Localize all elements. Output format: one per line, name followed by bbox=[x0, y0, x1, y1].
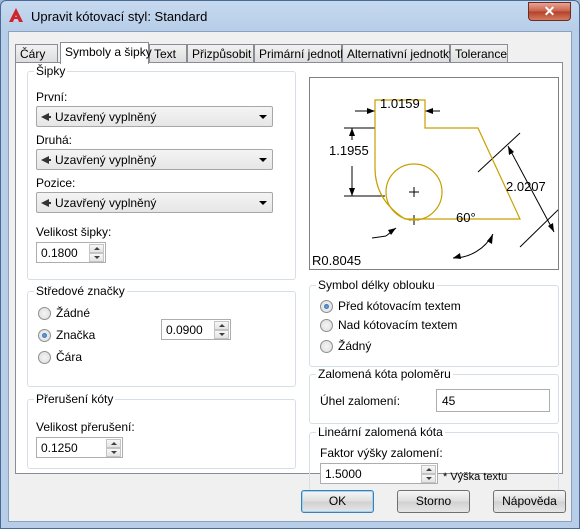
arc-above-text-label: Nad kótovacím textem bbox=[338, 318, 458, 332]
preview-drawing: 1.0159 1.1955 2.0207 60° R0.8045 bbox=[312, 96, 561, 268]
spin-down-icon[interactable] bbox=[214, 330, 229, 339]
radio-icon bbox=[320, 319, 333, 332]
dialog-client-area: Čáry Symboly a šipky Text Přizpůsobit Pr… bbox=[8, 31, 572, 522]
jog-angle-value: 45 bbox=[442, 394, 456, 408]
title-bar[interactable]: Upravit kótovací styl: Standard ✕ bbox=[1, 1, 579, 31]
leader-arrow-value: Uzavřený vyplněný bbox=[55, 196, 157, 210]
leader-arrow-select[interactable]: Uzavřený vyplněný bbox=[36, 192, 273, 213]
spin-up-icon[interactable] bbox=[214, 321, 229, 330]
spin-up-icon[interactable] bbox=[89, 244, 104, 253]
jog-factor-label: Faktor výšky zalomení: bbox=[320, 446, 443, 460]
center-mark-size-value: 0.0900 bbox=[166, 323, 203, 337]
second-arrow-value: Uzavřený vyplněný bbox=[55, 153, 157, 167]
radius-text: R0.8045 bbox=[312, 253, 361, 268]
radio-icon bbox=[38, 329, 51, 342]
tab-alternate-units[interactable]: Alternativní jednotky bbox=[342, 44, 455, 63]
center-marks-group: Středové značky Žádné Značka Čára 0.0900 bbox=[27, 284, 296, 387]
arrowheads-group-label: Šipky bbox=[34, 64, 68, 78]
dimension-preview: 1.0159 1.1955 2.0207 60° R0.8045 bbox=[309, 77, 561, 270]
second-arrow-select[interactable]: Uzavřený vyplněný bbox=[36, 149, 273, 170]
center-marks-group-label: Středové značky bbox=[34, 284, 127, 298]
dim-right-text: 2.0207 bbox=[506, 179, 546, 194]
break-size-stepper[interactable]: 0.1250 bbox=[36, 437, 123, 458]
tab-tolerance[interactable]: Tolerance bbox=[450, 44, 508, 63]
dimension-break-group-label: Přerušení kóty bbox=[34, 392, 116, 406]
window-title: Upravit kótovací styl: Standard bbox=[31, 9, 208, 24]
radio-icon bbox=[320, 340, 333, 353]
first-arrow-value: Uzavřený vyplněný bbox=[55, 110, 157, 124]
tab-symbols-arrows[interactable]: Symboly a šipky bbox=[60, 42, 152, 64]
jog-factor-stepper[interactable]: 1.5000 bbox=[320, 463, 438, 484]
cancel-button[interactable]: Storno bbox=[397, 490, 470, 513]
arc-length-symbol-group: Symbol délky oblouku Před kótovacím text… bbox=[309, 278, 559, 367]
spin-down-icon[interactable] bbox=[89, 253, 104, 262]
center-mark-line-label: Čára bbox=[56, 350, 83, 364]
radio-icon bbox=[38, 351, 51, 364]
arrow-size-value: 0.1800 bbox=[41, 246, 78, 260]
tab-panel: Šipky První: Uzavřený vyplněný Druhá: Uz… bbox=[15, 62, 563, 494]
arc-length-group-label: Symbol délky oblouku bbox=[316, 278, 437, 292]
chevron-down-icon bbox=[259, 115, 267, 119]
radio-icon bbox=[320, 300, 333, 313]
radius-jog-group: Zalomená kóta poloměru Úhel zalomení: 45 bbox=[309, 367, 559, 424]
dim-top-text: 1.0159 bbox=[380, 96, 420, 111]
chevron-down-icon bbox=[259, 201, 267, 205]
jog-angle-label: Úhel zalomení: bbox=[320, 394, 401, 408]
break-size-value: 0.1250 bbox=[41, 441, 78, 455]
tab-lines[interactable]: Čáry bbox=[15, 44, 58, 63]
spin-up-icon[interactable] bbox=[421, 465, 436, 474]
tab-text[interactable]: Text bbox=[149, 44, 187, 63]
arc-before-text-label: Před kótovacím textem bbox=[338, 299, 461, 313]
dimension-break-group: Přerušení kóty Velikost přerušení: 0.125… bbox=[27, 392, 296, 469]
break-size-label: Velikost přerušení: bbox=[36, 420, 135, 434]
help-button[interactable]: Nápověda bbox=[493, 490, 566, 513]
closed-filled-arrow-icon bbox=[41, 156, 51, 164]
tab-fit[interactable]: Přizpůsobit bbox=[187, 44, 254, 63]
leader-arrow-label: Pozice: bbox=[36, 176, 76, 190]
autocad-app-icon bbox=[9, 8, 23, 22]
first-arrow-label: První: bbox=[36, 90, 68, 104]
arrow-size-stepper[interactable]: 0.1800 bbox=[36, 242, 106, 263]
close-button[interactable]: ✕ bbox=[528, 2, 571, 21]
second-arrow-label: Druhá: bbox=[36, 133, 73, 147]
linear-jog-group-label: Lineární zalomená kóta bbox=[316, 425, 445, 439]
angle-text: 60° bbox=[456, 210, 476, 225]
jog-angle-input[interactable]: 45 bbox=[436, 389, 550, 412]
spin-up-icon[interactable] bbox=[106, 439, 121, 448]
closed-filled-arrow-icon bbox=[41, 199, 51, 207]
arc-none-label: Žádný bbox=[338, 339, 372, 353]
jog-factor-suffix: * Výška textu bbox=[443, 471, 508, 483]
spin-down-icon[interactable] bbox=[421, 474, 436, 483]
ok-button[interactable]: OK bbox=[301, 490, 374, 513]
part-outline bbox=[374, 99, 521, 221]
dim-left-text: 1.1955 bbox=[329, 143, 369, 158]
dialog-window: Upravit kótovací styl: Standard ✕ Čáry S… bbox=[0, 0, 580, 529]
chevron-down-icon bbox=[259, 158, 267, 162]
center-mark-none-label: Žádné bbox=[56, 306, 91, 320]
spin-down-icon[interactable] bbox=[106, 448, 121, 457]
jog-factor-value: 1.5000 bbox=[325, 467, 362, 481]
center-mark-size-stepper[interactable]: 0.0900 bbox=[161, 319, 231, 340]
tab-primary-units[interactable]: Primární jednotky bbox=[254, 44, 352, 63]
arrowheads-group: Šipky První: Uzavřený vyplněný Druhá: Uz… bbox=[27, 64, 296, 280]
radio-icon bbox=[38, 307, 51, 320]
radius-jog-group-label: Zalomená kóta poloměru bbox=[316, 367, 453, 381]
arrow-size-label: Velikost šipky: bbox=[36, 225, 112, 239]
closed-filled-arrow-icon bbox=[41, 113, 51, 121]
center-mark-mark-label: Značka bbox=[56, 328, 96, 342]
linear-jog-group: Lineární zalomená kóta Faktor výšky zalo… bbox=[309, 425, 559, 494]
first-arrow-select[interactable]: Uzavřený vyplněný bbox=[36, 106, 273, 127]
